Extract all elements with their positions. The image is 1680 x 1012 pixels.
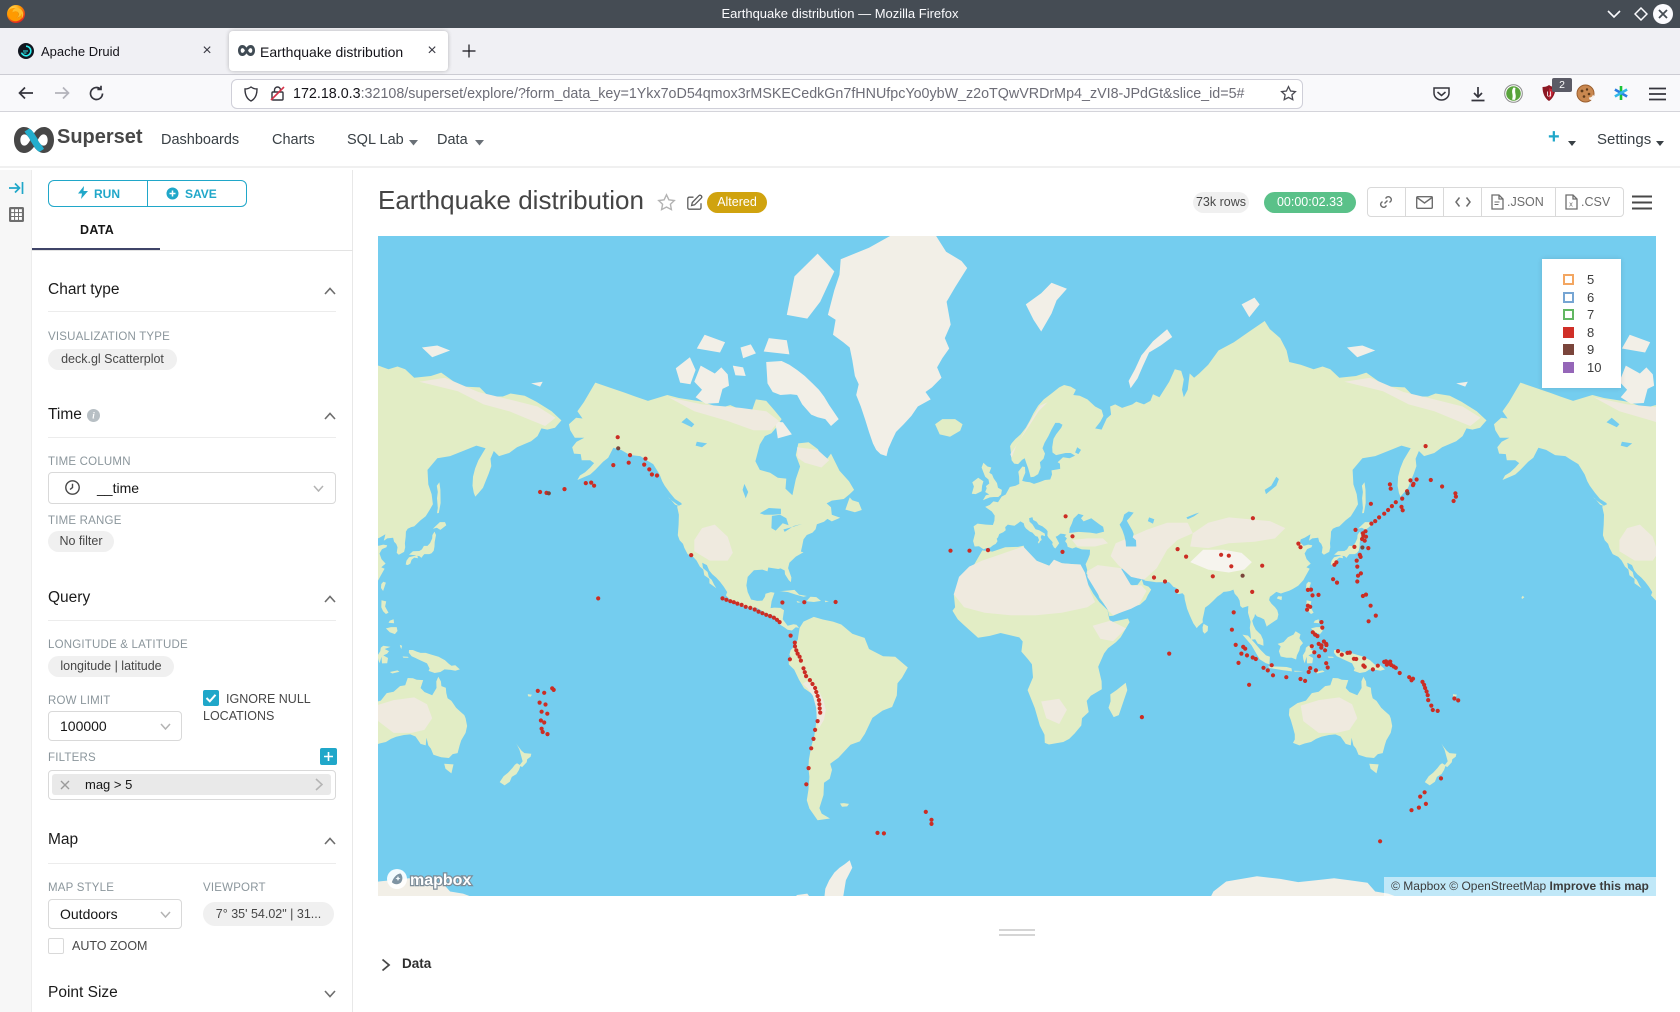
- svg-text:x: x: [1569, 200, 1573, 209]
- svg-text:mapbox: mapbox: [410, 872, 471, 889]
- svg-text:u: u: [1546, 89, 1551, 99]
